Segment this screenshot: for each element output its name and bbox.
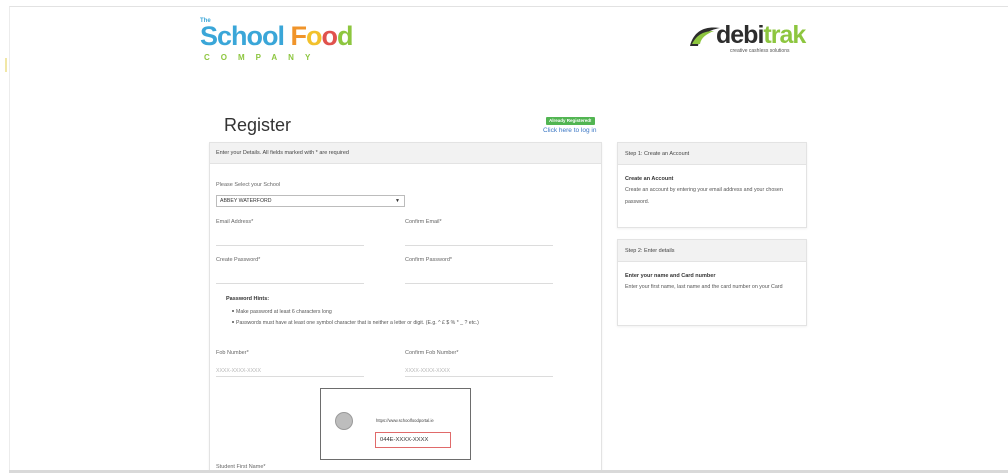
password-hint-item: Passwords must have at least one symbol …: [232, 320, 479, 326]
step-2-subtitle: Enter your name and Card number: [625, 273, 716, 279]
fob-number-label: Fob Number*: [216, 350, 249, 356]
fob-number-field[interactable]: [216, 365, 364, 377]
debitrak-logo: debitrak creative cashless solutions: [688, 22, 818, 56]
confirm-email-label: Confirm Email*: [405, 219, 442, 225]
logo-company-text: COMPANY: [204, 53, 322, 62]
card-chip-icon: [335, 412, 353, 430]
password-hints-title: Password Hints:: [226, 296, 270, 302]
debitrak-wordmark: debitrak: [716, 21, 806, 49]
step-1-header: Step 1: Create an Account: [618, 143, 806, 165]
logo-food-d: d: [337, 21, 353, 51]
debitrak-debi-text: debi: [716, 21, 764, 49]
select-arrow-icon: ▼: [395, 198, 400, 204]
password-label: Create Password*: [216, 257, 261, 263]
step-1-text: Create an account by entering your email…: [625, 187, 783, 205]
logo-wordmark: School Food: [200, 22, 353, 50]
step-2-panel: Step 2: Enter details Enter your name an…: [617, 239, 807, 326]
bullet-icon: [232, 321, 234, 323]
email-field[interactable]: [216, 234, 364, 246]
logo-food-f: F: [290, 21, 307, 51]
confirm-fob-number-label: Confirm Fob Number*: [405, 350, 459, 356]
confirm-fob-number-field[interactable]: [405, 365, 553, 377]
already-registered-badge: Already Registered!: [546, 117, 595, 125]
confirm-password-label: Confirm Password*: [405, 257, 453, 263]
bullet-icon: [232, 310, 234, 312]
page-title: Register: [224, 115, 292, 135]
school-select-label: Please Select your School: [216, 182, 281, 188]
school-select-value: ABBEY WATERFORD: [220, 198, 272, 204]
debitrak-trak-text: trak: [763, 21, 806, 49]
school-food-logo: The School Food COMPANY: [200, 18, 362, 62]
step-1-panel: Step 1: Create an Account Create an Acco…: [617, 142, 807, 228]
logo-food-o2: o: [321, 21, 338, 51]
card-url: https://www.schoolfoodportal.ie: [376, 418, 434, 423]
card-number-highlight: 044E-XXXX-XXXX: [375, 432, 451, 448]
password-hint-text: Passwords must have at least one symbol …: [236, 320, 479, 326]
password-hint-item: Make password at least 6 characters long: [232, 309, 332, 315]
step-2-header: Step 2: Enter details: [618, 240, 806, 262]
step-2-text: Enter your first name, last name and the…: [625, 284, 783, 290]
logo-food-o1: o: [306, 21, 322, 51]
debitrak-tagline: creative cashless solutions: [730, 48, 790, 54]
confirm-password-field[interactable]: [405, 272, 553, 284]
school-select[interactable]: ABBEY WATERFORD ▼: [216, 195, 405, 207]
card-illustration: https://www.schoolfoodportal.ie 044E-XXX…: [320, 388, 471, 460]
password-hint-text: Make password at least 6 characters long: [236, 309, 332, 315]
confirm-email-field[interactable]: [405, 234, 553, 246]
email-label: Email Address*: [216, 219, 254, 225]
login-link[interactable]: Click here to log in: [543, 127, 596, 134]
password-field[interactable]: [216, 272, 364, 284]
form-panel-header: Enter your Details. All fields marked wi…: [210, 143, 601, 164]
logo-school-text: School: [200, 21, 291, 51]
step-1-subtitle: Create an Account: [625, 176, 674, 182]
page-edge-mark: [5, 58, 7, 72]
